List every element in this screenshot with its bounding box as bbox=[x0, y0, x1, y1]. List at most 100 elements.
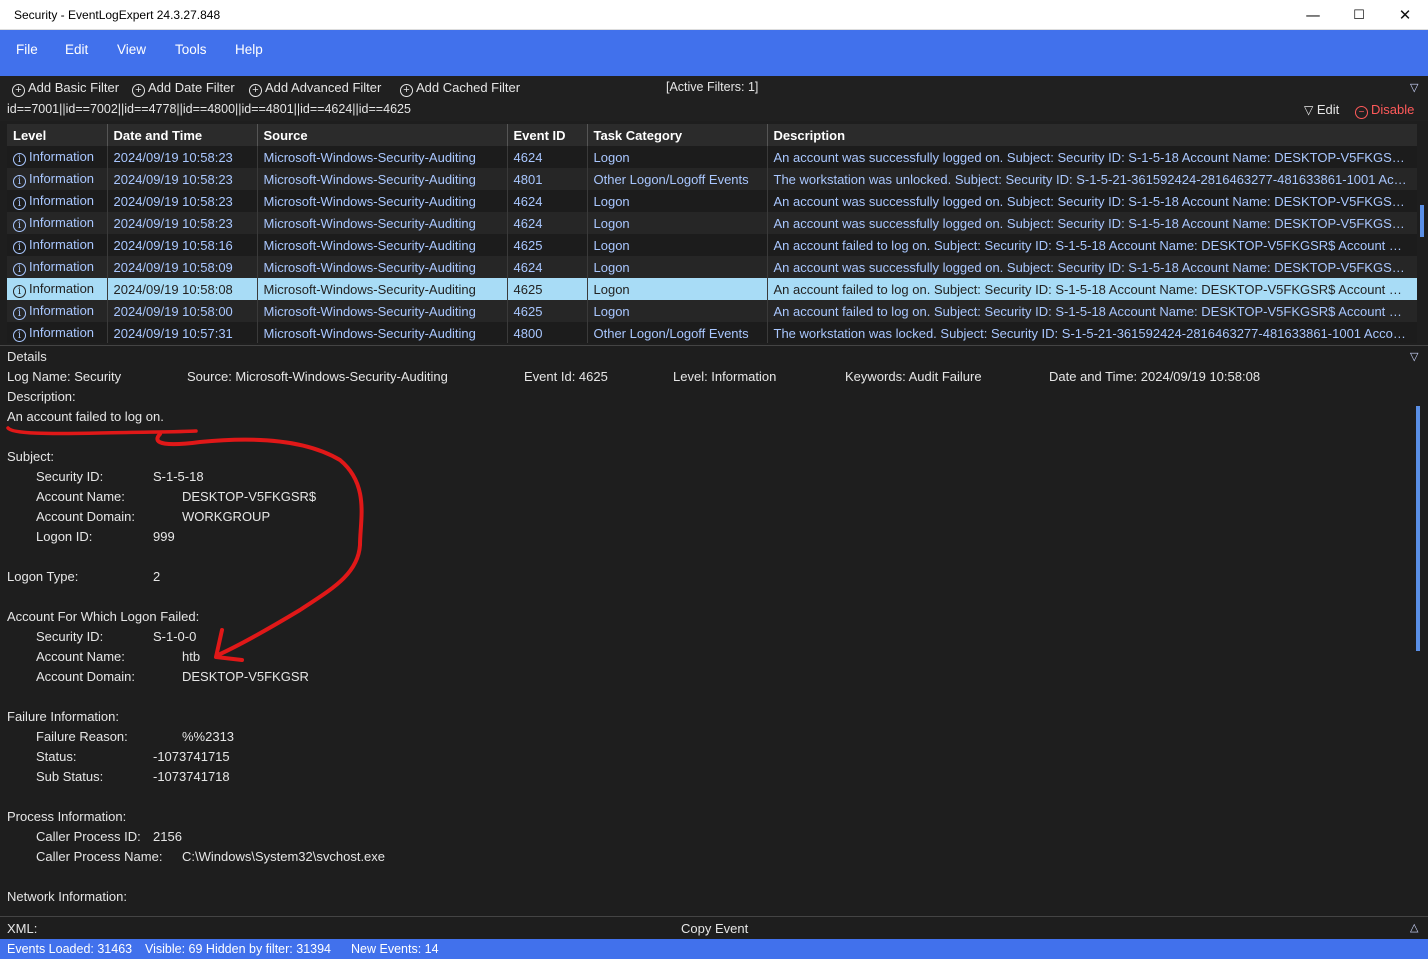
cell-event-id: 4801 bbox=[507, 168, 588, 190]
table-row[interactable]: i Information 2024/09/19 10:58:23 Microsoft… bbox=[7, 146, 1417, 168]
info-icon: i bbox=[13, 152, 26, 166]
cell-task-category: Logon bbox=[587, 146, 768, 168]
field-label: Caller Process ID: bbox=[36, 829, 141, 844]
chevron-down-icon[interactable]: ▽ bbox=[1410, 81, 1418, 94]
table-row[interactable]: i Information 2024/09/19 10:58:23 Microsoft… bbox=[7, 168, 1417, 190]
chevron-up-icon[interactable]: △ bbox=[1410, 921, 1418, 934]
cell-date-time: 2024/09/19 10:58:23 bbox=[107, 168, 258, 190]
column-event-id[interactable]: Event ID bbox=[507, 124, 588, 146]
cell-description: An account was successfully logged on. S… bbox=[767, 190, 1417, 212]
info-icon: i bbox=[13, 306, 26, 320]
cell-task-category: Other Logon/Logoff Events bbox=[587, 168, 768, 190]
menu-file[interactable]: File bbox=[16, 42, 38, 57]
table-scrollbar[interactable] bbox=[1420, 205, 1424, 237]
cell-date-time: 2024/09/19 10:58:09 bbox=[107, 256, 258, 278]
cell-event-id: 4624 bbox=[507, 190, 588, 212]
table-row[interactable]: i Information 2024/09/19 10:58:09 Microsoft… bbox=[7, 256, 1417, 278]
column-level[interactable]: Level bbox=[7, 124, 108, 146]
field-label: Logon ID: bbox=[36, 529, 93, 544]
field-value: DESKTOP-V5FKGSR$ bbox=[182, 489, 317, 504]
menu-view[interactable]: View bbox=[117, 42, 146, 57]
table-row[interactable]: i Information 2024/09/19 10:58:23 Microsoft… bbox=[7, 190, 1417, 212]
cell-description: An account failed to log on. Subject: Se… bbox=[767, 300, 1417, 322]
details-scrollbar[interactable] bbox=[1416, 406, 1420, 651]
add-basic-filter-button[interactable]: + Add Basic Filter bbox=[12, 80, 119, 97]
cell-date-time: 2024/09/19 10:58:08 bbox=[107, 278, 258, 300]
subject-label: Subject: bbox=[7, 449, 54, 464]
cell-description: An account failed to log on. Subject: Se… bbox=[767, 234, 1417, 256]
event-table: Level Date and Time Source Event ID Task… bbox=[7, 124, 1417, 343]
cell-date-time: 2024/09/19 10:58:23 bbox=[107, 146, 258, 168]
plus-circle-icon: + bbox=[249, 84, 262, 97]
add-advanced-filter-label: Add Advanced Filter bbox=[265, 80, 382, 95]
events-loaded: Events Loaded: 31463 bbox=[7, 942, 133, 956]
filter-expression[interactable]: id==7001||id==7002||id==4778||id==4800||… bbox=[7, 102, 411, 116]
edit-filter-button[interactable]: ▽ Edit bbox=[1304, 102, 1339, 117]
field-label: Caller Process Name: bbox=[36, 849, 163, 864]
cell-level: i Information bbox=[7, 234, 108, 256]
cell-source: Microsoft-Windows-Security-Auditing bbox=[257, 212, 508, 234]
column-task-category[interactable]: Task Category bbox=[587, 124, 768, 146]
level-label: Information bbox=[29, 236, 95, 252]
level-label: Information bbox=[29, 280, 95, 296]
cell-description: An account was successfully logged on. S… bbox=[767, 256, 1417, 278]
chevron-down-icon[interactable]: ▽ bbox=[1410, 350, 1418, 363]
cell-source: Microsoft-Windows-Security-Auditing bbox=[257, 234, 508, 256]
cell-task-category: Logon bbox=[587, 190, 768, 212]
plus-circle-icon: + bbox=[132, 84, 145, 97]
maximize-button[interactable]: ☐ bbox=[1336, 0, 1382, 30]
cell-event-id: 4800 bbox=[507, 322, 588, 343]
column-description[interactable]: Description bbox=[767, 124, 1417, 146]
cell-level: i Information bbox=[7, 146, 108, 168]
cell-description: An account was successfully logged on. S… bbox=[767, 146, 1417, 168]
close-button[interactable]: ✕ bbox=[1382, 0, 1428, 30]
new-events-count: New Events: 14 bbox=[351, 942, 439, 956]
info-icon: i bbox=[13, 284, 26, 298]
level-label: Information bbox=[29, 258, 95, 274]
cell-task-category: Logon bbox=[587, 256, 768, 278]
add-cached-filter-button[interactable]: + Add Cached Filter bbox=[400, 80, 520, 97]
minimize-button[interactable]: — bbox=[1290, 0, 1336, 30]
cell-level: i Information bbox=[7, 168, 108, 190]
level-label: Information bbox=[29, 148, 95, 164]
xml-bar: XML: Copy Event △ bbox=[0, 916, 1428, 939]
cell-description: An account was successfully logged on. S… bbox=[767, 212, 1417, 234]
menu-help[interactable]: Help bbox=[235, 42, 263, 57]
column-date-time[interactable]: Date and Time bbox=[107, 124, 258, 146]
failed-account-label: Account For Which Logon Failed: bbox=[7, 609, 200, 624]
network-info-label: Network Information: bbox=[7, 889, 127, 904]
cell-date-time: 2024/09/19 10:58:00 bbox=[107, 300, 258, 322]
cell-event-id: 4624 bbox=[507, 256, 588, 278]
cell-date-time: 2024/09/19 10:57:31 bbox=[107, 322, 258, 343]
failure-info-label: Failure Information: bbox=[7, 709, 119, 724]
plus-circle-icon: + bbox=[400, 84, 413, 97]
logon-type-label: Logon Type: bbox=[7, 569, 79, 584]
xml-label[interactable]: XML: bbox=[7, 921, 37, 936]
funnel-icon: ▽ bbox=[1304, 103, 1314, 117]
add-date-filter-button[interactable]: + Add Date Filter bbox=[132, 80, 235, 97]
table-row-selected[interactable]: i Information 2024/09/19 10:58:08 Microsoft… bbox=[7, 278, 1417, 300]
copy-event-button[interactable]: Copy Event bbox=[681, 921, 748, 936]
field-label: Account Domain: bbox=[36, 509, 135, 524]
details-header: Details bbox=[7, 349, 47, 364]
menu-tools[interactable]: Tools bbox=[175, 42, 207, 57]
cell-date-time: 2024/09/19 10:58:23 bbox=[107, 190, 258, 212]
table-row[interactable]: i Information 2024/09/19 10:58:23 Microsoft… bbox=[7, 212, 1417, 234]
cell-source: Microsoft-Windows-Security-Auditing bbox=[257, 190, 508, 212]
logon-type-value: 2 bbox=[153, 569, 161, 584]
detail-event-id: Event Id: 4625 bbox=[524, 369, 608, 384]
cell-source: Microsoft-Windows-Security-Auditing bbox=[257, 168, 508, 190]
table-row[interactable]: i Information 2024/09/19 10:57:31 Microsoft… bbox=[7, 322, 1417, 343]
add-advanced-filter-button[interactable]: + Add Advanced Filter bbox=[249, 80, 381, 97]
menu-edit[interactable]: Edit bbox=[65, 42, 88, 57]
detail-date-time: Date and Time: 2024/09/19 10:58:08 bbox=[1049, 369, 1261, 384]
cell-date-time: 2024/09/19 10:58:16 bbox=[107, 234, 258, 256]
cell-event-id: 4625 bbox=[507, 234, 588, 256]
table-row[interactable]: i Information 2024/09/19 10:58:00 Microsoft… bbox=[7, 300, 1417, 322]
column-source[interactable]: Source bbox=[257, 124, 508, 146]
field-value: C:\Windows\System32\svchost.exe bbox=[182, 849, 386, 864]
field-value: htb bbox=[182, 649, 201, 664]
status-bar: Events Loaded: 31463 Visible: 69 Hidden … bbox=[0, 939, 1428, 959]
disable-filter-button[interactable]: − Disable bbox=[1355, 102, 1414, 119]
table-row[interactable]: i Information 2024/09/19 10:58:16 Microsoft… bbox=[7, 234, 1417, 256]
